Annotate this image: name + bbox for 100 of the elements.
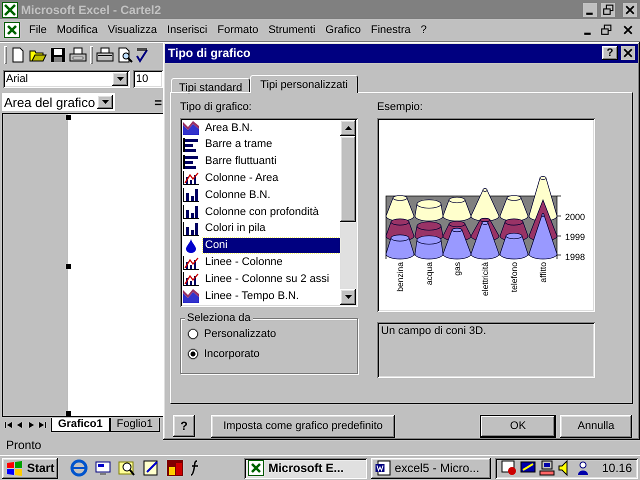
search-icon[interactable] — [118, 459, 136, 477]
menu-item[interactable]: Finestra — [366, 22, 416, 38]
close-button[interactable] — [620, 46, 636, 60]
dialog-title: Tipo di grafico — [168, 46, 252, 60]
formula-equals-sign: = — [154, 94, 162, 110]
list-item[interactable]: Linee - Colonne su 2 assi — [203, 272, 340, 287]
radio-circle-icon[interactable] — [187, 328, 199, 340]
menu-item[interactable]: Strumenti — [263, 22, 320, 38]
set-default-button[interactable]: Imposta come grafico predefinito — [211, 414, 395, 438]
menu-item[interactable]: Grafico — [320, 22, 366, 38]
category-label: telefono — [509, 262, 519, 292]
help-button[interactable]: ? — [173, 415, 195, 438]
selection-handle[interactable] — [66, 264, 71, 269]
bar-chart-icon — [183, 154, 199, 169]
column-line-chart-icon — [183, 272, 199, 286]
bar-chart-icon — [183, 138, 199, 152]
cone — [414, 235, 444, 259]
list-label: Tipo di grafico: — [180, 100, 253, 115]
save-icon[interactable] — [50, 47, 66, 63]
category-label: acqua — [424, 262, 434, 285]
restore-button[interactable] — [600, 2, 616, 16]
cone — [414, 199, 444, 221]
scroll-down-arrow-icon[interactable] — [344, 294, 352, 299]
list-item[interactable]: Barre fluttuanti — [203, 154, 340, 170]
list-item[interactable]: Colonne con profondità — [203, 204, 340, 220]
close-button[interactable] — [622, 2, 638, 16]
category-label: benzina — [395, 262, 405, 292]
menu-item[interactable]: File — [24, 22, 52, 38]
cone — [386, 234, 414, 259]
printer-icon[interactable] — [69, 47, 87, 63]
radio-option[interactable]: Incorporato — [187, 346, 357, 362]
list-item[interactable]: Linee - Colonne — [203, 255, 340, 270]
help-button[interactable]: ? — [602, 46, 618, 60]
menu-item[interactable]: ? — [416, 22, 432, 38]
excel-icon — [248, 460, 264, 476]
column-line-chart-icon — [183, 256, 199, 270]
list-item[interactable]: Colonne B.N. — [203, 188, 340, 203]
menu-item[interactable]: Visualizza — [102, 22, 162, 38]
selection-handle[interactable] — [66, 115, 71, 120]
menu-item[interactable]: Formato — [212, 22, 264, 38]
scheduler-icon[interactable] — [500, 460, 517, 476]
category-label: elettricità — [480, 262, 490, 296]
network-computer-icon[interactable] — [538, 460, 555, 476]
font-name-dropdown[interactable]: Arial — [3, 70, 130, 88]
start-button[interactable]: Start — [2, 458, 58, 478]
spelling-check-icon[interactable] — [136, 47, 148, 63]
restore-button[interactable] — [598, 23, 614, 37]
list-item[interactable]: Barre a trame — [203, 137, 340, 152]
windows-logo-icon — [6, 460, 24, 476]
menu-item[interactable]: Modifica — [52, 22, 103, 38]
list-item[interactable]: Colori in pila — [203, 221, 340, 236]
list-item[interactable]: Coni — [203, 238, 340, 254]
description-text: Un campo di coni 3D. — [381, 324, 486, 337]
chart-element-dropdown[interactable]: Area del grafico — [2, 93, 116, 111]
dialog-tab[interactable]: Tipi personalizzati — [250, 74, 358, 93]
menu-item[interactable]: Inserisci — [162, 22, 212, 38]
font-f-icon[interactable] — [190, 459, 200, 477]
dropdown-arrow-icon[interactable] — [102, 100, 109, 104]
series-label: 1999 — [565, 232, 586, 242]
column-chart-icon — [183, 188, 199, 202]
category-label: gas — [452, 262, 462, 276]
notepad-pencil-icon[interactable] — [142, 459, 160, 477]
scroll-up-arrow-icon[interactable] — [344, 126, 352, 130]
minimize-button[interactable] — [582, 2, 598, 16]
list-item[interactable]: Linee - Tempo B.N. — [203, 288, 340, 304]
ok-button[interactable]: OK — [480, 414, 556, 438]
series-label: 2000 — [565, 212, 586, 222]
column-chart-icon — [183, 205, 199, 220]
window-title: Microsoft Excel - Cartel2 — [21, 2, 162, 16]
print-preview-icon[interactable] — [117, 47, 133, 63]
clock-text: 10.16 — [602, 461, 632, 475]
area-chart-icon — [183, 121, 199, 136]
excel-logo-icon — [2, 2, 18, 18]
cancel-button[interactable]: Annulla — [560, 414, 632, 438]
browser-icon[interactable] — [70, 459, 88, 477]
list-item[interactable]: Area B.N. — [203, 120, 340, 136]
group-label: Seleziona da — [185, 312, 253, 324]
chart-type-list[interactable]: Area B.N. Barre a trame Barre fluttuanti Colonne - Area Colonne B.N. Colonne con profondità Colori in pila Coni Linee - Colonne Linee - Colonne su 2 assi Linee - Tempo B.N. — [180, 118, 358, 307]
desktop-icon[interactable] — [94, 459, 112, 477]
media-player-icon[interactable] — [166, 459, 184, 477]
word-document-icon — [374, 460, 391, 476]
cone — [386, 194, 414, 221]
sheet-tab[interactable]: Grafico1 — [51, 418, 110, 432]
dialog-tab[interactable]: Tipi standard — [171, 78, 250, 92]
list-item[interactable]: Colonne - Area — [203, 170, 340, 186]
dropdown-arrow-icon[interactable] — [116, 77, 124, 81]
radio-circle-icon[interactable] — [187, 348, 199, 360]
new-document-icon[interactable] — [10, 47, 26, 63]
radio-option[interactable]: Personalizzato — [187, 326, 357, 342]
font-size-field[interactable]: 10 — [133, 70, 163, 88]
category-label: affitto — [538, 262, 548, 282]
column-chart-icon — [183, 222, 199, 236]
selection-handle[interactable] — [66, 411, 71, 416]
taskbar-button[interactable]: Microsoft E... — [244, 458, 367, 478]
cone-drop-icon — [183, 238, 199, 253]
sheet-tab[interactable]: Foglio1 — [110, 418, 160, 432]
taskbar-button[interactable]: excel5 - Micro... — [370, 458, 491, 478]
scrollbar[interactable] — [340, 120, 356, 305]
excel-document-icon[interactable] — [4, 22, 20, 38]
printer-icon[interactable] — [96, 47, 114, 63]
